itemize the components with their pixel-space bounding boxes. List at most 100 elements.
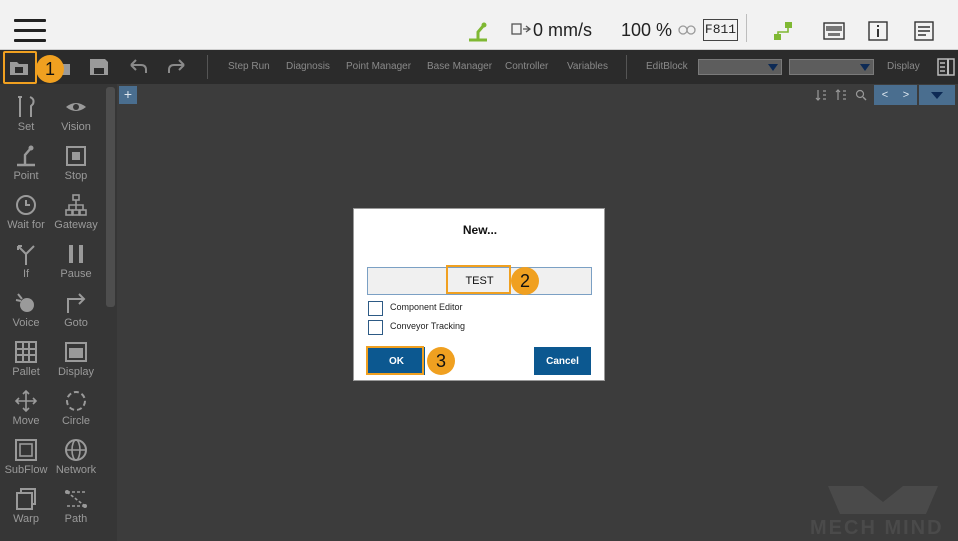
palette-item-if[interactable]: If	[0, 235, 52, 281]
divider	[746, 14, 747, 42]
palette-item-label: Warp	[13, 513, 39, 525]
palette-item-subflow[interactable]: SubFlow	[0, 431, 52, 477]
network-icon	[65, 439, 87, 461]
menu-icon[interactable]	[14, 19, 46, 43]
node-palette: Set Vision Point Stop Wait for Gateway I…	[0, 84, 117, 541]
palette-item-set[interactable]: Set	[0, 88, 52, 134]
zoom-icon[interactable]	[855, 89, 867, 101]
info-icon[interactable]	[868, 21, 888, 41]
palette-item-label: Pallet	[12, 366, 40, 378]
pause-icon	[69, 245, 83, 263]
ok-button[interactable]: OK	[368, 347, 425, 375]
watermark-text: MECH MIND	[810, 517, 944, 539]
checkbox-box[interactable]	[368, 301, 383, 316]
previous-tab-button[interactable]: <	[874, 85, 896, 105]
speed-percent[interactable]: 100 %	[621, 20, 672, 41]
checkbox-label: Component Editor	[390, 302, 463, 312]
display-icon	[65, 342, 87, 362]
controller-button[interactable]: Controller	[505, 61, 548, 72]
keyboard-icon[interactable]	[823, 22, 845, 40]
speed-icon	[511, 23, 531, 35]
new-project-dialog: New... TEST Component Editor Conveyor Tr…	[353, 208, 605, 381]
checkbox-box[interactable]	[368, 320, 383, 335]
edit-block-select[interactable]	[698, 59, 782, 75]
point-icon	[17, 145, 35, 167]
speed-readout: 0 mm/s	[533, 20, 593, 40]
palette-scrollbar[interactable]	[106, 87, 115, 307]
stop-icon	[66, 146, 86, 166]
redo-icon[interactable]	[166, 56, 188, 78]
edit-block-button[interactable]: EditBlock	[646, 61, 688, 72]
diagnosis-button[interactable]: Diagnosis	[286, 61, 330, 72]
palette-item-point[interactable]: Point	[0, 137, 52, 183]
palette-item-voice[interactable]: Voice	[0, 284, 52, 330]
base-manager-button[interactable]: Base Manager	[427, 61, 492, 72]
dialog-title: New...	[462, 223, 498, 237]
error-code-badge[interactable]: F811	[703, 19, 738, 41]
palette-item-goto[interactable]: Goto	[50, 284, 102, 330]
step-run-button[interactable]: Step Run	[228, 61, 270, 72]
variables-button[interactable]: Variables	[567, 61, 608, 72]
step-badge-2: 2	[511, 267, 539, 295]
step-badge-3: 3	[427, 347, 455, 375]
palette-item-label: Vision	[61, 121, 91, 133]
palette-item-stop[interactable]: Stop	[50, 137, 102, 183]
if-icon	[17, 245, 35, 265]
palette-item-label: Voice	[12, 317, 40, 329]
palette-item-display[interactable]: Display	[50, 333, 102, 379]
gateway-icon	[65, 194, 87, 216]
move-icon	[14, 389, 38, 413]
robot-arm-icon[interactable]	[466, 20, 490, 42]
step-badge-1: 1	[36, 55, 64, 83]
vision-icon	[66, 103, 86, 111]
display-button[interactable]: Display	[887, 61, 920, 72]
palette-item-label: Pause	[60, 268, 92, 280]
set-icon	[18, 96, 35, 117]
divider	[207, 55, 208, 79]
palette-item-circle[interactable]: Circle	[50, 382, 102, 428]
pallet-icon	[15, 341, 37, 363]
display-select[interactable]	[789, 59, 874, 75]
next-tab-button[interactable]: >	[895, 85, 917, 105]
palette-item-label: Path	[64, 513, 88, 525]
save-project-icon[interactable]	[88, 56, 110, 78]
palette-item-label: Stop	[64, 170, 88, 182]
palette-item-pallet[interactable]: Pallet	[0, 333, 52, 379]
palette-item-label: Set	[17, 121, 35, 133]
goto-icon	[67, 293, 86, 313]
palette-item-label: Network	[55, 464, 97, 476]
palette-item-label: SubFlow	[4, 464, 48, 476]
point-manager-button[interactable]: Point Manager	[346, 61, 411, 72]
cancel-button[interactable]: Cancel	[534, 347, 591, 375]
step-highlight-new	[3, 51, 37, 84]
link-icon	[678, 25, 696, 35]
toolbar: Step Run Diagnosis Point Manager Base Ma…	[0, 50, 958, 84]
undo-icon[interactable]	[127, 56, 149, 78]
palette-item-wait-for[interactable]: Wait for	[0, 186, 52, 232]
palette-item-label: Display	[57, 366, 95, 378]
palette-item-label: Wait for	[7, 219, 45, 231]
network-status-icon[interactable]	[772, 20, 794, 42]
warp-icon	[16, 488, 36, 510]
sort-ascending-icon[interactable]	[815, 89, 827, 101]
sort-descending-icon[interactable]	[835, 89, 847, 101]
palette-item-vision[interactable]: Vision	[50, 88, 102, 134]
panel-toggle-icon[interactable]	[937, 58, 955, 76]
divider	[626, 55, 627, 79]
project-name-input[interactable]: TEST	[367, 267, 592, 295]
palette-item-gateway[interactable]: Gateway	[50, 186, 102, 232]
log-icon[interactable]	[914, 21, 934, 41]
palette-item-label: If	[22, 268, 30, 280]
palette-item-network[interactable]: Network	[50, 431, 102, 477]
add-tab-button[interactable]: +	[119, 86, 137, 104]
palette-item-move[interactable]: Move	[0, 382, 52, 428]
palette-item-pause[interactable]: Pause	[50, 235, 102, 281]
circle-icon	[66, 391, 86, 411]
status-bar: 0 mm/s 100 % F811	[0, 0, 958, 50]
palette-item-warp[interactable]: Warp	[0, 480, 52, 526]
palette-item-label: Gateway	[54, 219, 98, 231]
tab-list-dropdown[interactable]	[919, 85, 955, 105]
palette-item-label: Circle	[61, 415, 91, 427]
palette-item-path[interactable]: Path	[50, 480, 102, 526]
subflow-icon	[15, 439, 37, 461]
